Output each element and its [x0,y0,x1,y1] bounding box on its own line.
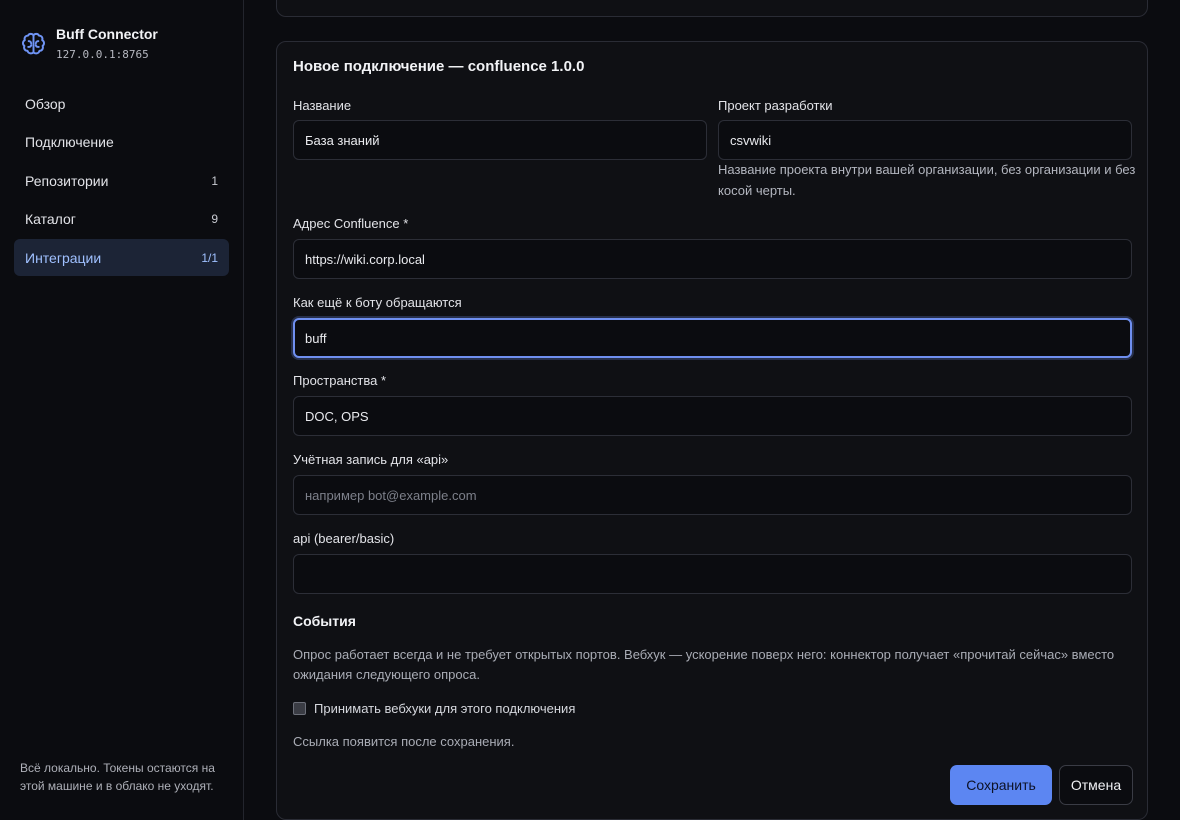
brain-icon [22,32,45,55]
project-input[interactable] [718,120,1132,160]
bot-aliases-input[interactable] [293,318,1132,358]
sidebar: Buff Connector 127.0.0.1:8765 Обзор Подк… [0,0,244,820]
server-address: 127.0.0.1:8765 [56,48,149,61]
account-label: Учётная запись для «api» [293,452,449,467]
webhook-checkbox[interactable] [293,702,306,715]
events-description: Опрос работает всегда и не требует откры… [293,647,1115,682]
app-name: Buff Connector [56,26,158,42]
webhook-toggle-row[interactable]: Принимать вебхуки для этого подключения [293,701,575,716]
sidebar-nav: Обзор Подключение Репозитории 1 Каталог … [14,85,229,278]
sidebar-item-repositories[interactable]: Репозитории 1 [14,162,229,199]
project-hint: Название проекта внутри вашей организаци… [718,162,1136,198]
new-connection-form: Новое подключение — confluence 1.0.0 Наз… [276,41,1148,820]
sidebar-item-label: Репозитории [25,172,109,189]
sidebar-item-label: Каталог [25,211,76,227]
api-token-input[interactable] [293,554,1132,594]
sidebar-footer-note: Всё локально. Токены остаются на этой ма… [20,761,215,793]
events-section-title: События [293,613,356,629]
sidebar-item-integrations[interactable]: Интеграции 1/1 [14,239,229,276]
previous-card [276,0,1148,17]
sidebar-item-label: Обзор [25,95,66,112]
name-input[interactable] [293,120,707,160]
project-label: Проект разработки [718,98,833,113]
webhook-checkbox-label[interactable]: Принимать вебхуки для этого подключения [314,701,575,716]
brand: Buff Connector 127.0.0.1:8765 [20,26,158,61]
spaces-input[interactable] [293,396,1132,436]
sidebar-item-label: Подключение [25,134,114,150]
sidebar-item-connection[interactable]: Подключение [14,124,229,161]
sidebar-item-label: Интеграции [25,249,102,266]
account-input[interactable] [293,475,1132,515]
sidebar-item-count: 1/1 [201,250,218,265]
aliases-label: Как ещё к боту обращаются [293,295,462,310]
sidebar-item-count: 9 [211,212,218,226]
url-label: Адрес Confluence * [293,216,409,231]
save-button[interactable]: Сохранить [950,765,1052,805]
webhook-link-note: Ссылка появится после сохранения. [293,734,515,749]
token-label: api (bearer/basic) [293,531,395,546]
sidebar-item-count: 1 [211,173,218,188]
spaces-label: Пространства * [293,373,387,388]
cancel-button[interactable]: Отмена [1059,765,1133,805]
form-title: Новое подключение — confluence 1.0.0 [293,58,585,75]
confluence-url-input[interactable] [293,239,1132,279]
sidebar-item-overview[interactable]: Обзор [14,85,229,122]
sidebar-item-catalog[interactable]: Каталог 9 [14,201,229,238]
name-label: Название [293,98,352,113]
